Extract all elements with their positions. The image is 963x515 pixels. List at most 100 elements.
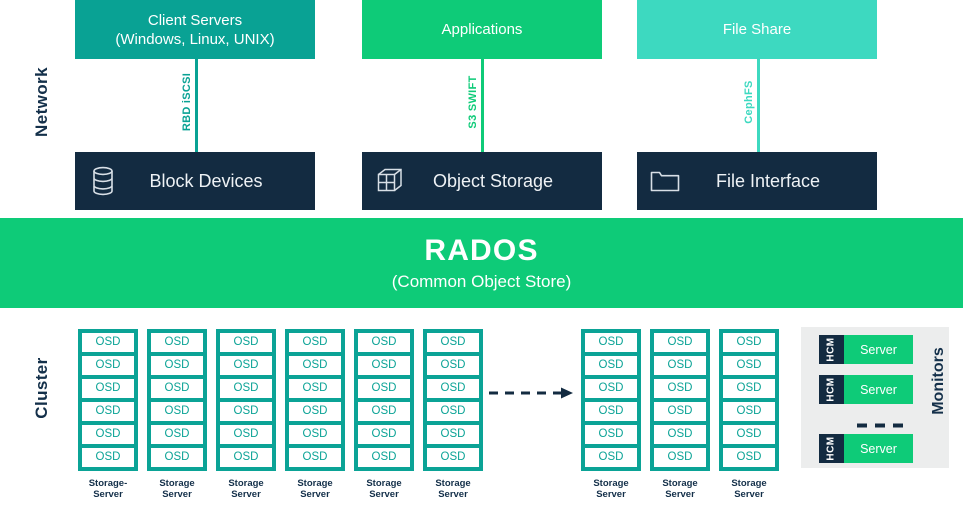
client-servers-box: Client Servers (Windows, Linux, UNIX) (75, 0, 315, 59)
storage-server-caption: Storage Server (421, 478, 485, 500)
osd-cell: OSD (654, 379, 706, 398)
storage-server-caption: Storage Server (579, 478, 643, 500)
osd-cell: OSD (151, 402, 203, 421)
monitor-hcm-label: HCM (826, 377, 837, 402)
monitor-hcm-label: HCM (826, 436, 837, 461)
osd-cell: OSD (427, 425, 479, 444)
osd-cell: OSD (654, 333, 706, 352)
storage-server-column: OSD OSD OSD OSD OSD OSD (285, 329, 345, 471)
osd-cell: OSD (585, 448, 637, 467)
block-devices-box: Block Devices (75, 152, 315, 210)
osd-cell: OSD (723, 402, 775, 421)
osd-cell: OSD (220, 356, 272, 375)
dashed-arrow-right-icon (489, 386, 579, 400)
osd-cell: OSD (585, 379, 637, 398)
applications-title: Applications (441, 21, 523, 38)
storage-server-column: OSD OSD OSD OSD OSD OSD (581, 329, 641, 471)
storage-server-caption-line2: Server (93, 489, 123, 500)
storage-server-caption-line2: Server (369, 489, 399, 500)
file-interface-label: File Interface (715, 170, 821, 191)
object-storage-box: Object Storage (362, 152, 602, 210)
osd-cell: OSD (654, 448, 706, 467)
osd-cell: OSD (358, 402, 410, 421)
storage-server-caption-line2: Server (665, 489, 695, 500)
osd-cell: OSD (585, 425, 637, 444)
database-icon (75, 166, 131, 196)
block-devices-label: Block Devices (149, 170, 263, 191)
osd-cell: OSD (151, 379, 203, 398)
osd-cell: OSD (585, 356, 637, 375)
osd-cell: OSD (289, 425, 341, 444)
osd-cell: OSD (427, 356, 479, 375)
rados-subtitle: (Common Object Store) (391, 272, 572, 291)
storage-server-column: OSD OSD OSD OSD OSD OSD (147, 329, 207, 471)
storage-server-caption: Storage Server (145, 478, 209, 500)
monitor-server-label: Server (844, 335, 913, 364)
osd-cell: OSD (151, 333, 203, 352)
folder-icon (637, 169, 693, 193)
osd-cell: OSD (82, 402, 134, 421)
osd-cell: OSD (220, 402, 272, 421)
monitor-hcm-tag: HCM (819, 375, 844, 404)
storage-server-caption-line1: Storage (435, 478, 471, 489)
osd-cell: OSD (358, 333, 410, 352)
osd-cell: OSD (427, 448, 479, 467)
connector-line-rbd (195, 59, 198, 152)
osd-cell: OSD (358, 448, 410, 467)
monitor-row: HCM Server (819, 434, 913, 463)
storage-server-caption-line1: Storage (297, 478, 333, 489)
file-share-title: File Share (722, 21, 792, 38)
osd-cell: OSD (358, 379, 410, 398)
storage-server-column: OSD OSD OSD OSD OSD OSD (423, 329, 483, 471)
storage-server-column: OSD OSD OSD OSD OSD OSD (78, 329, 138, 471)
osd-cell: OSD (427, 379, 479, 398)
storage-server-caption: Storage Server (717, 478, 781, 500)
osd-cell: OSD (289, 333, 341, 352)
storage-server-caption-line2: Server (300, 489, 330, 500)
storage-server-caption-line1: Storage- (88, 478, 128, 489)
cube-icon (362, 167, 418, 195)
storage-server-caption-line2: Server (596, 489, 626, 500)
connector-line-cephfs (757, 59, 760, 152)
osd-cell: OSD (358, 356, 410, 375)
osd-cell: OSD (585, 333, 637, 352)
client-servers-subtitle: (Windows, Linux, UNIX) (115, 30, 275, 48)
monitor-server-label: Server (844, 375, 913, 404)
osd-cell: OSD (82, 333, 134, 352)
monitor-hcm-tag: HCM (819, 434, 844, 463)
osd-cell: OSD (654, 402, 706, 421)
osd-cell: OSD (289, 379, 341, 398)
osd-cell: OSD (427, 402, 479, 421)
protocol-label-s3: S3 SWIFT (467, 75, 479, 129)
storage-server-column: OSD OSD OSD OSD OSD OSD (354, 329, 414, 471)
osd-cell: OSD (220, 425, 272, 444)
osd-cell: OSD (723, 356, 775, 375)
osd-cell: OSD (723, 448, 775, 467)
monitor-hcm-label: HCM (826, 337, 837, 362)
rados-title: RADOS (424, 234, 539, 267)
storage-server-caption-line2: Server (162, 489, 192, 500)
osd-cell: OSD (289, 448, 341, 467)
storage-server-caption-line1: Storage (366, 478, 402, 489)
storage-server-caption-line1: Storage (593, 478, 629, 489)
osd-cell: OSD (654, 425, 706, 444)
storage-server-caption: Storage- Server (76, 478, 140, 500)
object-storage-label: Object Storage (432, 170, 554, 191)
monitors-panel-label: Monitors (930, 347, 947, 415)
storage-server-column: OSD OSD OSD OSD OSD OSD (216, 329, 276, 471)
monitors-panel: HCM Server HCM Server HCM Server (801, 327, 949, 468)
osd-cell: OSD (427, 333, 479, 352)
monitor-hcm-tag: HCM (819, 335, 844, 364)
storage-server-caption-line1: Storage (159, 478, 195, 489)
osd-cell: OSD (289, 402, 341, 421)
osd-cell: OSD (654, 356, 706, 375)
monitor-row: HCM Server (819, 375, 913, 404)
section-label-network: Network (32, 67, 51, 137)
protocol-label-rbd: RBD iSCSI (181, 72, 193, 132)
storage-server-column: OSD OSD OSD OSD OSD OSD (650, 329, 710, 471)
osd-cell: OSD (723, 425, 775, 444)
storage-server-caption: Storage Server (283, 478, 347, 500)
storage-server-caption-line1: Storage (731, 478, 767, 489)
osd-cell: OSD (289, 356, 341, 375)
ceph-architecture-diagram: Network Cluster Client Servers (Windows,… (0, 0, 963, 515)
